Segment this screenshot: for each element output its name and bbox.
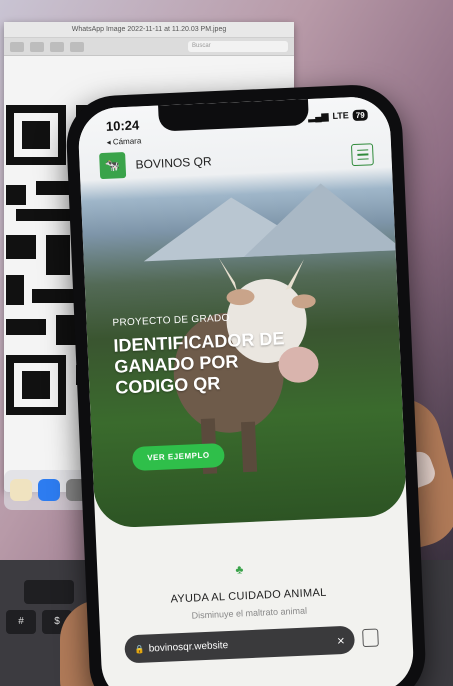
viewer-toolbar: Buscar [4, 38, 294, 56]
phone-screen: 10:24 ▂▄▆ LTE 79 ◂ Cámara 🐄 BOVINOS QR P… [77, 95, 415, 686]
status-right: ▂▄▆ LTE 79 [307, 108, 368, 123]
close-icon[interactable]: × [337, 632, 345, 647]
network-label: LTE [332, 110, 349, 121]
keyboard-key: # [6, 610, 36, 634]
share-icon[interactable] [30, 41, 44, 52]
zoom-icon[interactable] [10, 41, 24, 52]
cow-logo-icon[interactable]: 🐄 [99, 152, 127, 180]
rotate-icon[interactable] [70, 41, 84, 52]
smartphone: 10:24 ▂▄▆ LTE 79 ◂ Cámara 🐄 BOVINOS QR P… [64, 82, 428, 686]
browser-url-bar[interactable]: 🔒 bovinosqr.website × [124, 625, 356, 664]
hero-headline: IDENTIFICADOR DE GANADO POR CODIGO QR [113, 328, 285, 398]
viewer-title: WhatsApp Image 2022-11-11 at 11.20.03 PM… [4, 22, 294, 38]
notes-app-icon[interactable] [10, 479, 32, 501]
site-brand[interactable]: BOVINOS QR [135, 154, 212, 171]
status-time: 10:24 [105, 116, 140, 134]
section-subtitle: Disminuye el maltrato animal [191, 605, 308, 621]
mountain-backdrop [240, 180, 404, 257]
keyboard-key [24, 580, 74, 604]
app-store-icon[interactable] [38, 479, 60, 501]
hamburger-menu-button[interactable] [350, 143, 374, 167]
lock-icon: 🔒 [134, 644, 145, 654]
back-to-camera-link[interactable]: ◂ Cámara [106, 136, 141, 147]
markup-icon[interactable] [50, 41, 64, 52]
signal-icon: ▂▄▆ [307, 110, 329, 122]
battery-icon: 79 [352, 108, 368, 121]
menu-icon-bar [357, 158, 369, 161]
ver-ejemplo-button[interactable]: VER EJEMPLO [131, 443, 225, 471]
menu-icon-bar [356, 153, 368, 156]
menu-icon [356, 149, 368, 152]
tabs-icon[interactable] [362, 628, 379, 648]
viewer-search-input[interactable]: Buscar [188, 41, 288, 52]
section-title: AYUDA AL CUIDADO ANIMAL [170, 586, 327, 606]
url-text[interactable]: bovinosqr.website [148, 640, 228, 654]
leaf-icon: ♣ [235, 562, 244, 577]
